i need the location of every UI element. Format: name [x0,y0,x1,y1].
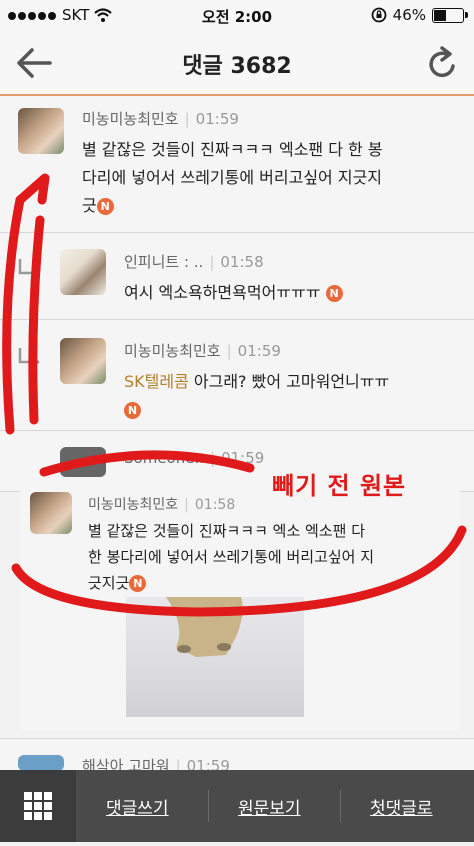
comment-text: 별 같잖은 것들이 진짜ㅋㅋㅋ 엑소 엑소팬 다 한 봉다리에 넣어서 쓰레기통… [88,518,458,596]
refresh-icon[interactable] [426,44,458,82]
avatar [30,492,72,534]
author-name[interactable]: 인피니트 : .. [124,253,203,271]
comment-text-line: 별 같잖은 것들이 진짜ㅋㅋㅋ 엑소팬 다 한 봉 [82,140,383,159]
avatar[interactable] [18,755,64,771]
avatar[interactable] [60,249,106,295]
first-comment-link[interactable]: 첫댓글로 [370,794,433,819]
author-name: 미농미농최민호 [88,497,179,513]
new-badge: N [325,285,343,302]
new-badge: N [124,402,141,419]
battery-percent: 46% [392,6,426,24]
grid-icon [24,792,52,820]
bottom-toolbar: 댓글쓰기 원문보기 첫댓글로 [0,770,474,842]
battery-area: 46% [371,6,468,24]
view-original-link[interactable]: 원문보기 [238,794,301,819]
comment-item[interactable]: 미농미농최민호 | 01:59 별 같잖은 것들이 진짜ㅋㅋㅋ 엑소팬 다 한 봉 … [0,96,474,233]
write-comment-link[interactable]: 댓글쓰기 [106,794,169,819]
divider [208,790,209,822]
comment-time: 01:59 [237,342,281,360]
avatar[interactable] [60,338,106,384]
divider [340,790,341,822]
reply-arrow-icon [18,259,40,280]
comment-time: 01:59 [195,110,239,128]
author-name[interactable]: 미농미농최민호 [82,110,179,128]
comment-author-row: 미농미농최민호 | 01:58 [88,497,236,513]
comment-text-line: 긋지긋 [88,574,130,592]
comment-author-row: 미농미농최민호 | 01:59 [82,110,239,128]
reply-arrow-icon [18,348,40,369]
comment-text-line: 별 같잖은 것들이 진짜ㅋㅋㅋ 엑소 엑소팬 다 [88,522,366,540]
annotation-label: 빼기 전 원본 [272,472,407,500]
comment-text: 별 같잖은 것들이 진짜ㅋㅋㅋ 엑소팬 다 한 봉 다리에 넣어서 쓰레기통에 … [82,136,462,220]
comment-item[interactable]: 해삭아 고마워 | 01:59 [0,738,474,775]
new-badge: N [129,575,147,592]
reply-item[interactable]: 미농미농최민호 | 01:59 SK텔레콤 아그래? 빴어 고마워언니ㅠㅠ N [0,320,474,431]
comment-text-line: 여시 엑소욕하면욕먹어ㅠㅠㅠ [124,283,321,302]
battery-icon [432,7,468,23]
comment-text-line: 아그래? 빴어 고마워언니ㅠㅠ [188,372,390,391]
rotation-lock-icon [371,7,387,23]
comment-time: 01:58 [194,497,236,513]
comment-time: 01:58 [220,253,264,271]
attached-photo[interactable] [126,597,304,717]
reply-item[interactable]: 인피니트 : .. | 01:58 여시 엑소욕하면욕먹어ㅠㅠㅠ N [0,233,474,320]
comment-text-line: 다리에 넣어서 쓰레기통에 버리고싶어 지긋지 [82,168,383,187]
comment-author-row: 인피니트 : .. | 01:58 [124,253,264,271]
avatar[interactable] [60,447,106,477]
comment-time: 01:59 [221,449,265,467]
author-name[interactable]: Someone.. [124,449,204,467]
author-name[interactable]: 미농미농최민호 [124,342,221,360]
new-badge: N [96,198,114,215]
status-bar: SKT 오전 2:00 46% [0,0,474,32]
page-title: 댓글 3682 [182,54,292,79]
mention-link[interactable]: SK텔레콤 [124,372,189,391]
comment-text: 여시 엑소욕하면욕먹어ㅠㅠㅠ N [124,279,464,307]
comment-author-row: 미농미농최민호 | 01:59 [124,342,281,360]
menu-grid-button[interactable] [0,770,76,842]
comment-text-line: 한 봉다리에 넣어서 쓰레기통에 버리고싶어 지 [88,548,375,566]
comment-text: SK텔레콤 아그래? 빴어 고마워언니ㅠㅠ N [124,368,464,424]
comment-text-line: 긋 [82,196,97,215]
comment-author-row: Someone.. | 01:59 [124,449,265,467]
avatar[interactable] [18,108,64,154]
nav-bar: 댓글 3682 [0,32,474,96]
